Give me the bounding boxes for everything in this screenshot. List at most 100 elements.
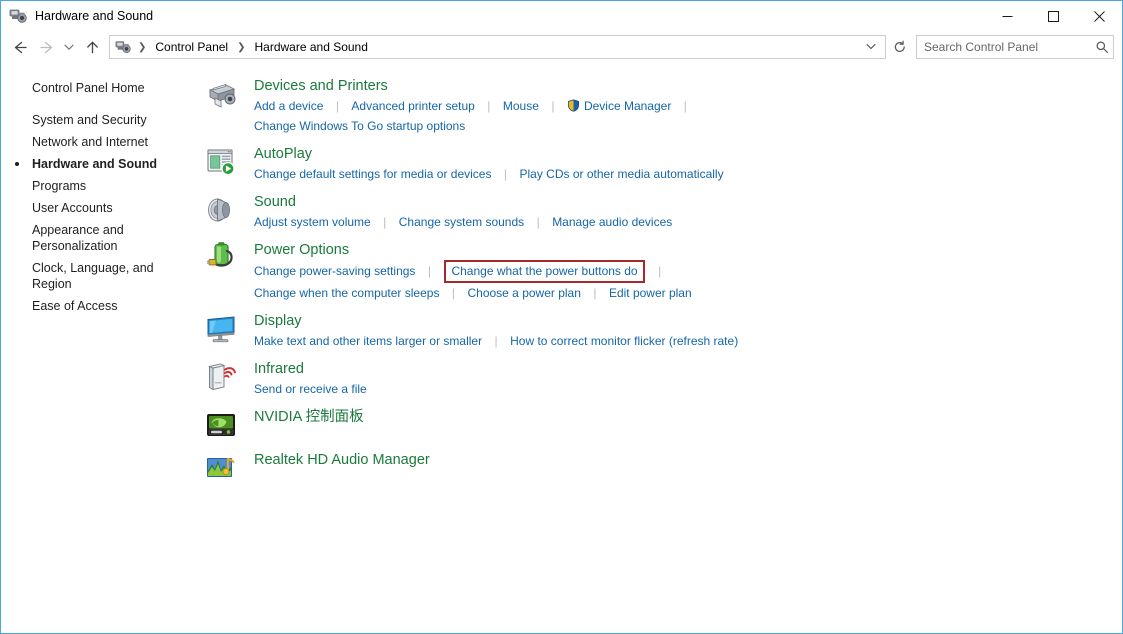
back-button[interactable]	[7, 34, 33, 60]
monitor-icon	[204, 312, 238, 346]
shield-icon	[567, 99, 580, 112]
section-title-realtek-hd-audio-manager[interactable]: Realtek HD Audio Manager	[254, 450, 430, 470]
link-edit-power-plan[interactable]: Edit power plan	[609, 284, 692, 303]
section-links-row: Change power-saving settings | Change wh…	[254, 260, 1122, 283]
link-advanced-printer-setup[interactable]: Advanced printer setup	[351, 97, 474, 116]
back-arrow-icon	[12, 39, 29, 56]
link-change-default-settings-for-media-or-devices[interactable]: Change default settings for media or dev…	[254, 165, 491, 184]
sidebar-item-control-panel-home[interactable]: Control Panel Home	[1, 77, 194, 99]
window-controls	[984, 1, 1122, 31]
battery-plug-icon	[204, 241, 238, 275]
link-manage-audio-devices[interactable]: Manage audio devices	[552, 213, 672, 232]
link-separator: |	[551, 97, 554, 116]
section-sound: Sound Adjust system volume | Change syst…	[194, 192, 1122, 232]
sidebar-item-programs[interactable]: Programs	[1, 175, 194, 197]
link-change-when-the-computer-sleeps[interactable]: Change when the computer sleeps	[254, 284, 439, 303]
refresh-button[interactable]	[888, 35, 912, 59]
link-adjust-system-volume[interactable]: Adjust system volume	[254, 213, 371, 232]
link-send-or-receive-a-file[interactable]: Send or receive a file	[254, 380, 367, 399]
section-links-row: Change when the computer sleeps | Choose…	[254, 283, 1122, 303]
breadcrumb-control-panel[interactable]: Control Panel	[153, 39, 230, 55]
close-button[interactable]	[1076, 1, 1122, 31]
section-title-power-options[interactable]: Power Options	[254, 240, 349, 260]
sidebar-item-hardware-and-sound[interactable]: Hardware and Sound	[1, 153, 194, 175]
link-make-text-and-other-items-larger-or-smaller[interactable]: Make text and other items larger or smal…	[254, 332, 482, 351]
breadcrumb-hardware-and-sound[interactable]: Hardware and Sound	[253, 39, 370, 55]
link-mouse[interactable]: Mouse	[503, 97, 539, 116]
close-icon	[1094, 11, 1105, 22]
link-separator: |	[537, 213, 540, 232]
search-icon[interactable]	[1095, 40, 1109, 54]
section-title-nvidia-control-panel[interactable]: NVIDIA 控制面板	[254, 407, 364, 427]
link-change-system-sounds[interactable]: Change system sounds	[399, 213, 524, 232]
sidebar-item-network-and-internet[interactable]: Network and Internet	[1, 131, 194, 153]
section-power-options: Power Options Change power-saving settin…	[194, 240, 1122, 303]
section-title-devices-and-printers[interactable]: Devices and Printers	[254, 76, 388, 96]
minimize-icon	[1002, 11, 1013, 22]
maximize-button[interactable]	[1030, 1, 1076, 31]
section-body: AutoPlay Change default settings for med…	[254, 144, 1122, 184]
section-body: NVIDIA 控制面板	[254, 407, 1122, 442]
forward-button[interactable]	[33, 34, 59, 60]
section-autoplay: AutoPlay Change default settings for med…	[194, 144, 1122, 184]
link-separator-trailing: |	[658, 262, 661, 281]
section-title-infrared[interactable]: Infrared	[254, 359, 304, 379]
link-separator: |	[428, 262, 431, 281]
link-add-a-device[interactable]: Add a device	[254, 97, 323, 116]
address-dropdown-button[interactable]	[859, 40, 883, 55]
link-play-cds-or-other-media-automatically[interactable]: Play CDs or other media automatically	[520, 165, 724, 184]
forward-arrow-icon	[38, 39, 55, 56]
link-device-manager-wrap[interactable]: Device Manager	[567, 96, 671, 116]
nvidia-icon	[204, 408, 238, 442]
link-separator: |	[495, 332, 498, 351]
link-separator-trailing: |	[684, 97, 687, 116]
section-realtek-hd-audio-manager: Realtek HD Audio Manager	[194, 450, 1122, 485]
section-infrared: Infrared Send or receive a file	[194, 359, 1122, 399]
link-separator: |	[504, 165, 507, 184]
section-title-sound[interactable]: Sound	[254, 192, 296, 212]
window-body: Control Panel Home System and Security N…	[1, 63, 1122, 633]
address-devices-printers-icon	[115, 40, 131, 55]
section-body: Realtek HD Audio Manager	[254, 450, 1122, 485]
chevron-down-icon	[865, 40, 877, 52]
section-devices-and-printers: Devices and Printers Add a device | Adva…	[194, 76, 1122, 136]
link-choose-a-power-plan[interactable]: Choose a power plan	[467, 284, 580, 303]
realtek-icon	[204, 451, 238, 485]
sidebar-item-system-and-security[interactable]: System and Security	[1, 109, 194, 131]
link-separator: |	[383, 213, 386, 232]
section-body: Display Make text and other items larger…	[254, 311, 1122, 351]
link-separator: |	[452, 284, 455, 303]
minimize-button[interactable]	[984, 1, 1030, 31]
link-how-to-correct-monitor-flicker[interactable]: How to correct monitor flicker (refresh …	[510, 332, 738, 351]
section-links-row: Make text and other items larger or smal…	[254, 331, 1122, 351]
sidebar-item-user-accounts[interactable]: User Accounts	[1, 197, 194, 219]
section-links-row: Change Windows To Go startup options	[254, 116, 1122, 136]
link-change-windows-to-go-startup-options[interactable]: Change Windows To Go startup options	[254, 117, 465, 136]
autoplay-icon	[204, 145, 238, 179]
section-title-autoplay[interactable]: AutoPlay	[254, 144, 312, 164]
link-change-power-saving-settings[interactable]: Change power-saving settings	[254, 262, 415, 281]
link-change-what-the-power-buttons-do[interactable]: Change what the power buttons do	[451, 263, 637, 279]
recent-locations-button[interactable]	[59, 34, 79, 60]
content-area: Devices and Printers Add a device | Adva…	[194, 63, 1122, 633]
link-separator: |	[336, 97, 339, 116]
devices-printers-icon	[9, 8, 27, 25]
sidebar-item-clock-language-and-region[interactable]: Clock, Language, and Region	[1, 257, 194, 295]
section-title-display[interactable]: Display	[254, 311, 302, 331]
printer-icon	[204, 77, 238, 111]
link-separator: |	[487, 97, 490, 116]
up-button[interactable]	[79, 34, 105, 60]
sidebar-item-appearance-and-personalization[interactable]: Appearance and Personalization	[1, 219, 194, 257]
section-body: Devices and Printers Add a device | Adva…	[254, 76, 1122, 136]
sidebar-item-ease-of-access[interactable]: Ease of Access	[1, 295, 194, 317]
address-bar[interactable]: ❯ Control Panel ❯ Hardware and Sound	[109, 35, 886, 59]
search-input[interactable]	[924, 40, 1095, 54]
up-arrow-icon	[84, 39, 101, 56]
highlight-box-change-what-the-power-buttons-do: Change what the power buttons do	[444, 260, 644, 283]
navigation-toolbar: ❯ Control Panel ❯ Hardware and Sound	[1, 31, 1122, 63]
section-body: Infrared Send or receive a file	[254, 359, 1122, 399]
link-device-manager[interactable]: Device Manager	[584, 97, 671, 116]
control-panel-window: Hardware and Sound	[0, 0, 1123, 634]
infrared-icon	[204, 360, 238, 394]
search-box[interactable]	[916, 35, 1114, 59]
